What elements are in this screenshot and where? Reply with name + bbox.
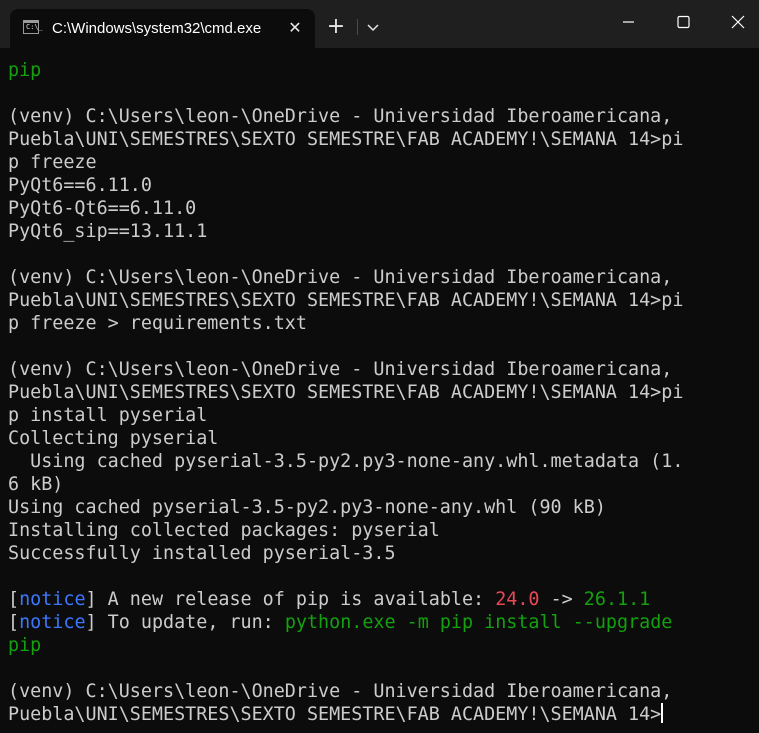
notice-bracket: ]: [85, 589, 97, 610]
close-tab-button[interactable]: ✕: [284, 17, 306, 39]
close-icon: [731, 15, 745, 29]
new-version: 26.1.1: [583, 589, 651, 610]
prompt-line: (venv) C:\Users\leon-\OneDrive - Univers…: [8, 267, 673, 288]
notice-line: [notice] To update, run: python.exe -m p…: [8, 611, 753, 634]
title-bar[interactable]: C:\_ C:\Windows\system32\cmd.exe ✕ +: [0, 0, 759, 48]
new-tab-button[interactable]: +: [323, 14, 349, 40]
notice-bracket: ]: [85, 612, 97, 633]
notice-arrow: ->: [539, 589, 584, 610]
prompt-line: Puebla\UNI\SEMESTRES\SEXTO SEMESTRE\FAB …: [8, 382, 684, 403]
output-line: PyQt6-Qt6==6.11.0: [8, 198, 197, 219]
output-line: Successfully installed pyserial-3.5: [8, 543, 396, 564]
tab-title: C:\Windows\system32\cmd.exe: [52, 20, 262, 37]
current-prompt: Puebla\UNI\SEMESTRES\SEXTO SEMESTRE\FAB …: [8, 704, 662, 725]
prompt-line: (venv) C:\Users\leon-\OneDrive - Univers…: [8, 106, 673, 127]
terminal-window: C:\_ C:\Windows\system32\cmd.exe ✕ + pip…: [0, 0, 759, 733]
maximize-icon: [677, 15, 690, 29]
output-line: pip: [8, 60, 42, 81]
prompt-line: Puebla\UNI\SEMESTRES\SEXTO SEMESTRE\FAB …: [8, 290, 684, 311]
output-line: Using cached pyserial-3.5-py2.py3-none-a…: [8, 451, 684, 472]
output-line: 6 kB): [8, 474, 64, 495]
text-cursor: [661, 703, 664, 723]
notice-text: To update, run:: [96, 612, 285, 633]
notice-tag: notice: [19, 589, 86, 610]
notice-bracket: [: [8, 589, 20, 610]
command-line: p install pyserial: [8, 405, 208, 426]
chevron-down-icon[interactable]: [362, 14, 384, 40]
notice-bracket: [: [8, 612, 20, 633]
command-line: p freeze: [8, 152, 97, 173]
output-line: PyQt6==6.11.0: [8, 175, 152, 196]
notice-text: A new release of pip is available:: [96, 589, 496, 610]
tab-cmd[interactable]: C:\_ C:\Windows\system32\cmd.exe ✕: [10, 9, 315, 48]
tab-divider: [357, 19, 358, 35]
output-line: Collecting pyserial: [8, 428, 219, 449]
notice-line: [notice] A new release of pip is availab…: [8, 588, 753, 611]
current-prompt-line[interactable]: Puebla\UNI\SEMESTRES\SEXTO SEMESTRE\FAB …: [8, 703, 753, 726]
prompt-line: Puebla\UNI\SEMESTRES\SEXTO SEMESTRE\FAB …: [8, 129, 684, 150]
maximize-button[interactable]: [660, 4, 706, 40]
prompt-line: (venv) C:\Users\leon-\OneDrive - Univers…: [8, 359, 673, 380]
terminal-output[interactable]: pip (venv) C:\Users\leon-\OneDrive - Uni…: [8, 59, 753, 729]
cmd-icon: C:\_: [23, 20, 43, 34]
upgrade-command: python.exe -m pip install --upgrade: [284, 612, 673, 633]
notice-tag: notice: [19, 612, 86, 633]
minimize-icon: [623, 21, 634, 23]
command-line: p freeze > requirements.txt: [8, 313, 307, 334]
output-line: Using cached pyserial-3.5-py2.py3-none-a…: [8, 497, 606, 518]
prompt-line: (venv) C:\Users\leon-\OneDrive - Univers…: [8, 681, 673, 702]
close-window-button[interactable]: [715, 4, 759, 40]
upgrade-command-continued: pip: [8, 635, 42, 656]
output-line: PyQt6_sip==13.11.1: [8, 221, 208, 242]
output-line: Installing collected packages: pyserial: [8, 520, 440, 541]
minimize-button[interactable]: [605, 4, 651, 40]
old-version: 24.0: [495, 589, 540, 610]
